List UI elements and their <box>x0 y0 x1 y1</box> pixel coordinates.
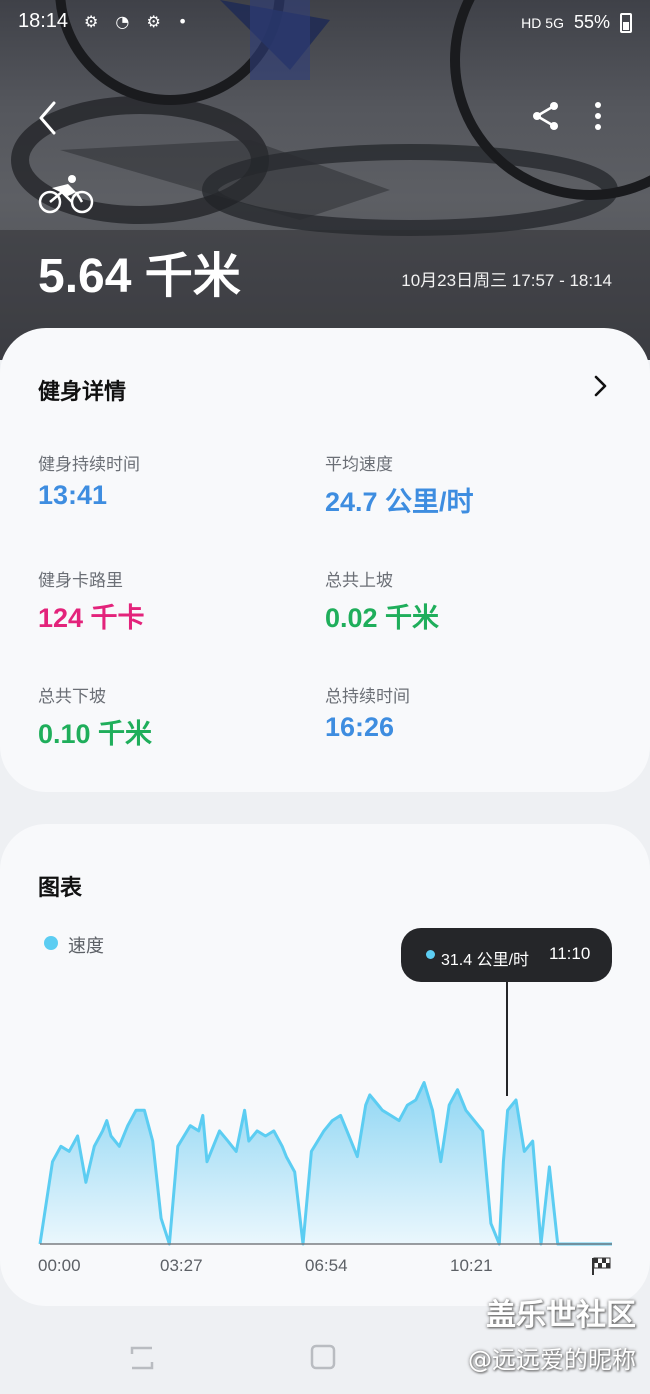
home-icon[interactable] <box>310 1344 336 1370</box>
stat-label-avg-speed: 平均速度 <box>325 455 393 475</box>
cycling-icon <box>38 175 94 214</box>
stat-value-avg-speed: 24.7 公里/时 <box>325 487 474 517</box>
finish-flag-icon <box>592 1257 611 1275</box>
cyclist-photo <box>0 0 650 360</box>
stat-label-downhill: 总共下坡 <box>38 687 106 707</box>
status-bar: 18:14 ⚙ ◔ ⚙ • HD 5G 55% <box>0 0 650 46</box>
status-right: HD 5G 55% <box>521 12 632 33</box>
chart-card: 图表 速度 31.4 公里/时 11:10 00:00 03:27 06:54 … <box>0 824 650 1306</box>
notification-icons: ⚙ ◔ ⚙ • <box>84 12 194 31</box>
recent-apps-icon[interactable] <box>128 1344 156 1372</box>
workout-details-card[interactable]: 健身详情 健身持续时间 13:41 平均速度 24.7 公里/时 健身卡路里 1… <box>0 328 650 792</box>
network-indicator: HD 5G <box>521 14 564 31</box>
tooltip-time: 11:10 <box>549 944 591 963</box>
stat-value-downhill: 0.10 千米 <box>38 719 153 749</box>
details-title: 健身详情 <box>38 380 127 405</box>
battery-icon <box>620 12 632 33</box>
speed-tooltip: 31.4 公里/时 11:10 <box>401 928 612 982</box>
status-time: 18:14 <box>18 10 69 32</box>
more-options-icon[interactable] <box>588 100 608 132</box>
total-distance: 5.64 千米 <box>38 250 241 303</box>
stat-value-total-duration: 16:26 <box>325 712 395 742</box>
stat-label-duration: 健身持续时间 <box>38 455 140 475</box>
tooltip-dot <box>426 950 435 959</box>
stat-label-uphill: 总共上坡 <box>325 571 393 591</box>
x-tick-label: 06:54 <box>305 1256 348 1275</box>
back-arrow-icon[interactable] <box>32 98 66 138</box>
workout-date-range: 10月23日周三 17:57 - 18:14 <box>401 271 612 290</box>
header-photo: 18:14 ⚙ ◔ ⚙ • HD 5G 55% 5.64 千米 10月23日周三… <box>0 0 650 360</box>
stat-value-duration: 13:41 <box>38 480 108 510</box>
stat-label-calories: 健身卡路里 <box>38 571 123 591</box>
speed-area <box>40 1082 612 1244</box>
chart-title: 图表 <box>38 876 83 901</box>
battery-percent: 55% <box>573 12 610 32</box>
stat-label-total-duration: 总持续时间 <box>325 687 410 707</box>
x-tick-label: 00:00 <box>38 1256 81 1275</box>
x-tick-label: 03:27 <box>160 1256 203 1275</box>
x-tick-label: 10:21 <box>450 1256 493 1275</box>
share-icon[interactable] <box>530 100 562 132</box>
stat-value-uphill: 0.02 千米 <box>325 603 440 633</box>
chevron-right-icon[interactable] <box>590 372 610 400</box>
watermark-user: @远远爱的昵称 <box>468 1346 636 1374</box>
tooltip-speed: 31.4 公里/时 <box>441 952 530 969</box>
stat-value-calories: 124 千卡 <box>38 603 145 633</box>
watermark-community: 盖乐世社区 <box>486 1298 636 1333</box>
